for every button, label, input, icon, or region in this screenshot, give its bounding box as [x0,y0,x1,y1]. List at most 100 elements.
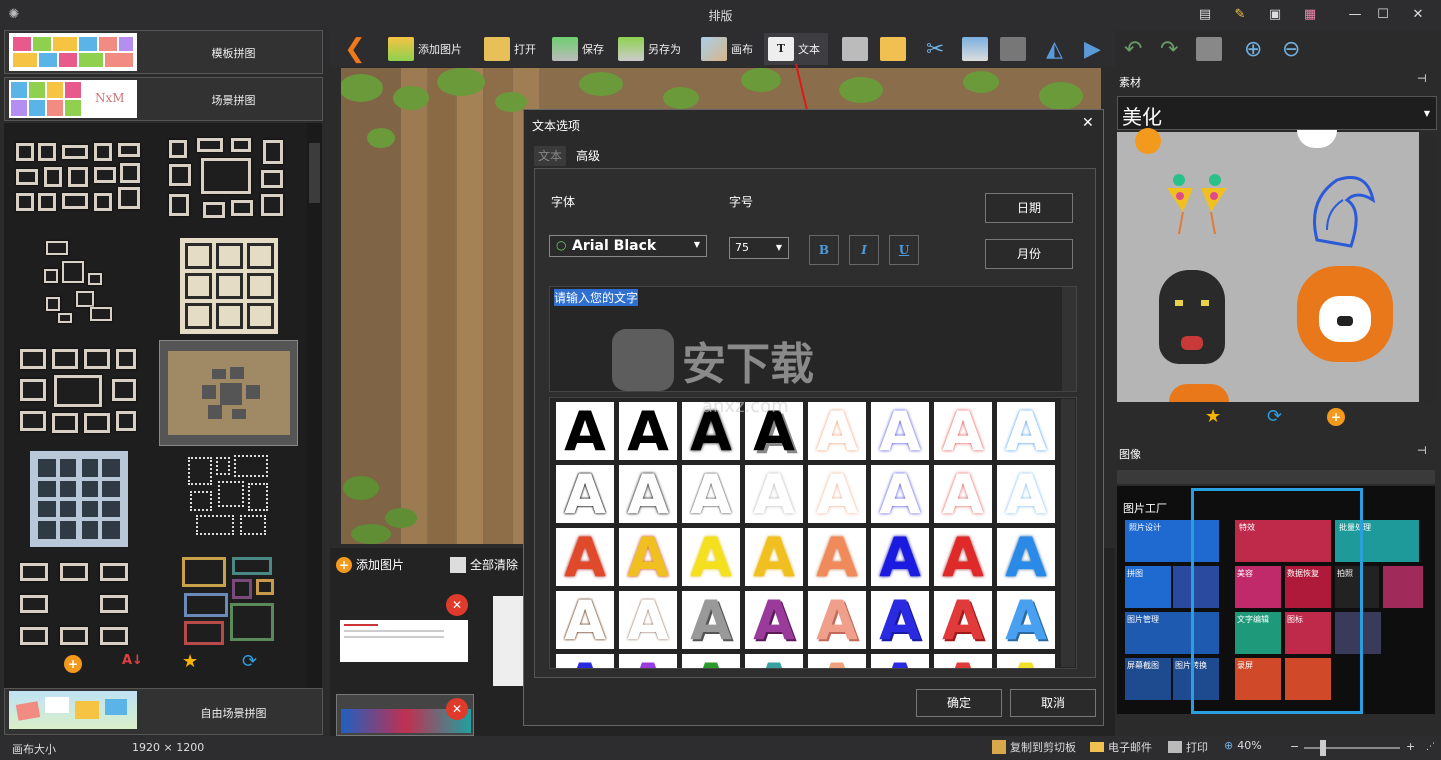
material-item-glasses[interactable] [1157,168,1237,238]
rotate-right-icon[interactable]: ↷ [1160,33,1178,65]
style-scrollbar[interactable] [1061,399,1075,667]
text-style-preset[interactable]: A [997,402,1055,462]
text-style-preset[interactable]: A [997,528,1055,588]
underline-button[interactable]: U [889,235,919,265]
text-style-preset[interactable]: A [808,591,866,651]
text-style-preset[interactable]: A [997,465,1055,525]
template-item[interactable] [30,451,128,547]
text-style-preset[interactable]: A [997,654,1055,668]
strip-add-image-button[interactable]: + 添加图片 [336,556,404,573]
palette-icon[interactable]: ▦ [1300,5,1320,25]
refresh-icon[interactable]: ⟳ [1267,406,1282,427]
strip-thumbnail[interactable] [493,596,523,686]
zoom-in-icon[interactable]: ⊕ [1244,33,1262,65]
star-icon[interactable]: ★ [1205,406,1221,427]
flip-vertical-icon[interactable]: ▶ [1084,33,1101,65]
text-style-preset[interactable]: A [871,528,929,588]
text-style-preset[interactable]: A [934,654,992,668]
text-style-preset[interactable]: A [682,654,740,668]
text-style-preset[interactable]: A [871,465,929,525]
month-button[interactable]: 月份 [985,239,1073,269]
text-style-preset[interactable]: A [745,654,803,668]
text-style-preset[interactable]: A [682,528,740,588]
document-icon[interactable]: ▤ [1195,5,1215,25]
text-style-preset[interactable]: A [808,402,866,462]
tab-template-collage[interactable]: 模板拼图 [4,30,323,74]
add-material-icon[interactable] [1135,128,1161,154]
text-style-preset[interactable]: A [556,465,614,525]
zoom-slider-handle[interactable] [1320,740,1326,756]
zoom-slider[interactable] [1304,740,1400,756]
text-style-preset[interactable]: A [556,528,614,588]
sort-az-icon[interactable]: A↓ [122,653,143,668]
text-style-preset[interactable]: A [997,591,1055,651]
ok-button[interactable]: 确定 [916,689,1002,717]
text-style-preset[interactable]: A [745,465,803,525]
close-button[interactable]: ✕ [1408,5,1428,25]
copy-to-clipboard-button[interactable]: 复制到剪切板 [992,739,1076,755]
remove-image-icon[interactable]: ✕ [446,594,468,616]
remove-image-icon[interactable]: ✕ [446,698,468,720]
date-button[interactable]: 日期 [985,193,1073,223]
text-style-preset[interactable]: A [682,465,740,525]
template-item[interactable] [20,349,140,435]
template-item[interactable] [180,238,278,334]
image-preview[interactable]: 图片工厂 照片设计 特效 批量处理 拼图 美容 数据恢复 拍照 图片管理 文字编… [1117,486,1435,714]
text-style-preset[interactable]: A [871,402,929,462]
pin-icon[interactable]: ⊣ [1417,72,1427,85]
maximize-button[interactable]: ☐ [1373,5,1393,25]
tab-text[interactable]: 文本 [534,146,566,166]
text-style-preset[interactable]: A [556,402,614,462]
add-image-button[interactable]: 添加图片 [388,33,462,65]
material-item[interactable] [1169,384,1229,402]
star-icon[interactable]: ★ [182,651,198,672]
template-item[interactable] [180,555,280,653]
text-style-preset[interactable]: A [808,528,866,588]
back-button[interactable]: ❮ [344,33,366,65]
dialog-close-icon[interactable]: ✕ [1082,115,1094,131]
print-button[interactable]: 打印 [1168,739,1208,755]
open-button[interactable]: 打开 [484,33,536,65]
email-button[interactable]: 电子邮件 [1090,739,1152,755]
material-item[interactable] [1297,130,1337,148]
font-select[interactable]: ○ Arial Black ▼ [549,235,707,257]
fill-icon[interactable] [1196,33,1226,65]
cancel-button[interactable]: 取消 [1010,689,1096,717]
minimize-button[interactable]: — [1345,5,1365,25]
text-scrollbar[interactable] [1062,287,1076,391]
text-style-preset[interactable]: A [745,528,803,588]
template-item-selected[interactable] [159,340,298,446]
text-style-preset[interactable]: A [934,402,992,462]
template-item[interactable] [14,143,144,213]
text-style-preset[interactable]: A [934,591,992,651]
category-select[interactable]: 美化 ▼ [1117,96,1437,130]
text-style-preset[interactable]: A [556,654,614,668]
rotate-left-icon[interactable]: ↶ [1124,33,1142,65]
text-style-preset[interactable]: A [934,528,992,588]
layer-icon[interactable] [1000,33,1030,65]
strip-thumbnail[interactable] [340,620,468,662]
tab-scene-collage[interactable]: NxM 场景拼图 [4,77,323,121]
copy-icon[interactable] [962,33,992,65]
materials-scrollbar[interactable] [1419,132,1435,402]
text-style-preset[interactable]: A [745,591,803,651]
template-scrollbar[interactable] [307,123,322,689]
text-style-preset[interactable]: A [619,654,677,668]
zoom-out-button[interactable]: − [1290,740,1299,753]
zoom-out-icon[interactable]: ⊖ [1282,33,1300,65]
flip-horizontal-icon[interactable]: ◭ [1046,33,1063,65]
canvas-button[interactable]: 画布 [701,33,753,65]
template-item[interactable] [184,453,274,539]
size-select[interactable]: 75 ▼ [729,237,789,259]
pin-icon[interactable]: ⊣ [1417,444,1427,457]
text-style-preset[interactable]: A [619,402,677,462]
tab-advanced[interactable]: 高级 [572,146,604,166]
material-item-tiger[interactable] [1297,266,1393,362]
template-item[interactable] [44,241,134,331]
material-item-eagle[interactable] [1307,170,1379,248]
text-style-preset[interactable]: A [682,591,740,651]
text-style-preset[interactable]: A [619,465,677,525]
text-style-preset[interactable]: A [934,465,992,525]
refresh-icon[interactable]: ⟳ [242,651,257,672]
zoom-in-button[interactable]: + [1406,740,1415,753]
